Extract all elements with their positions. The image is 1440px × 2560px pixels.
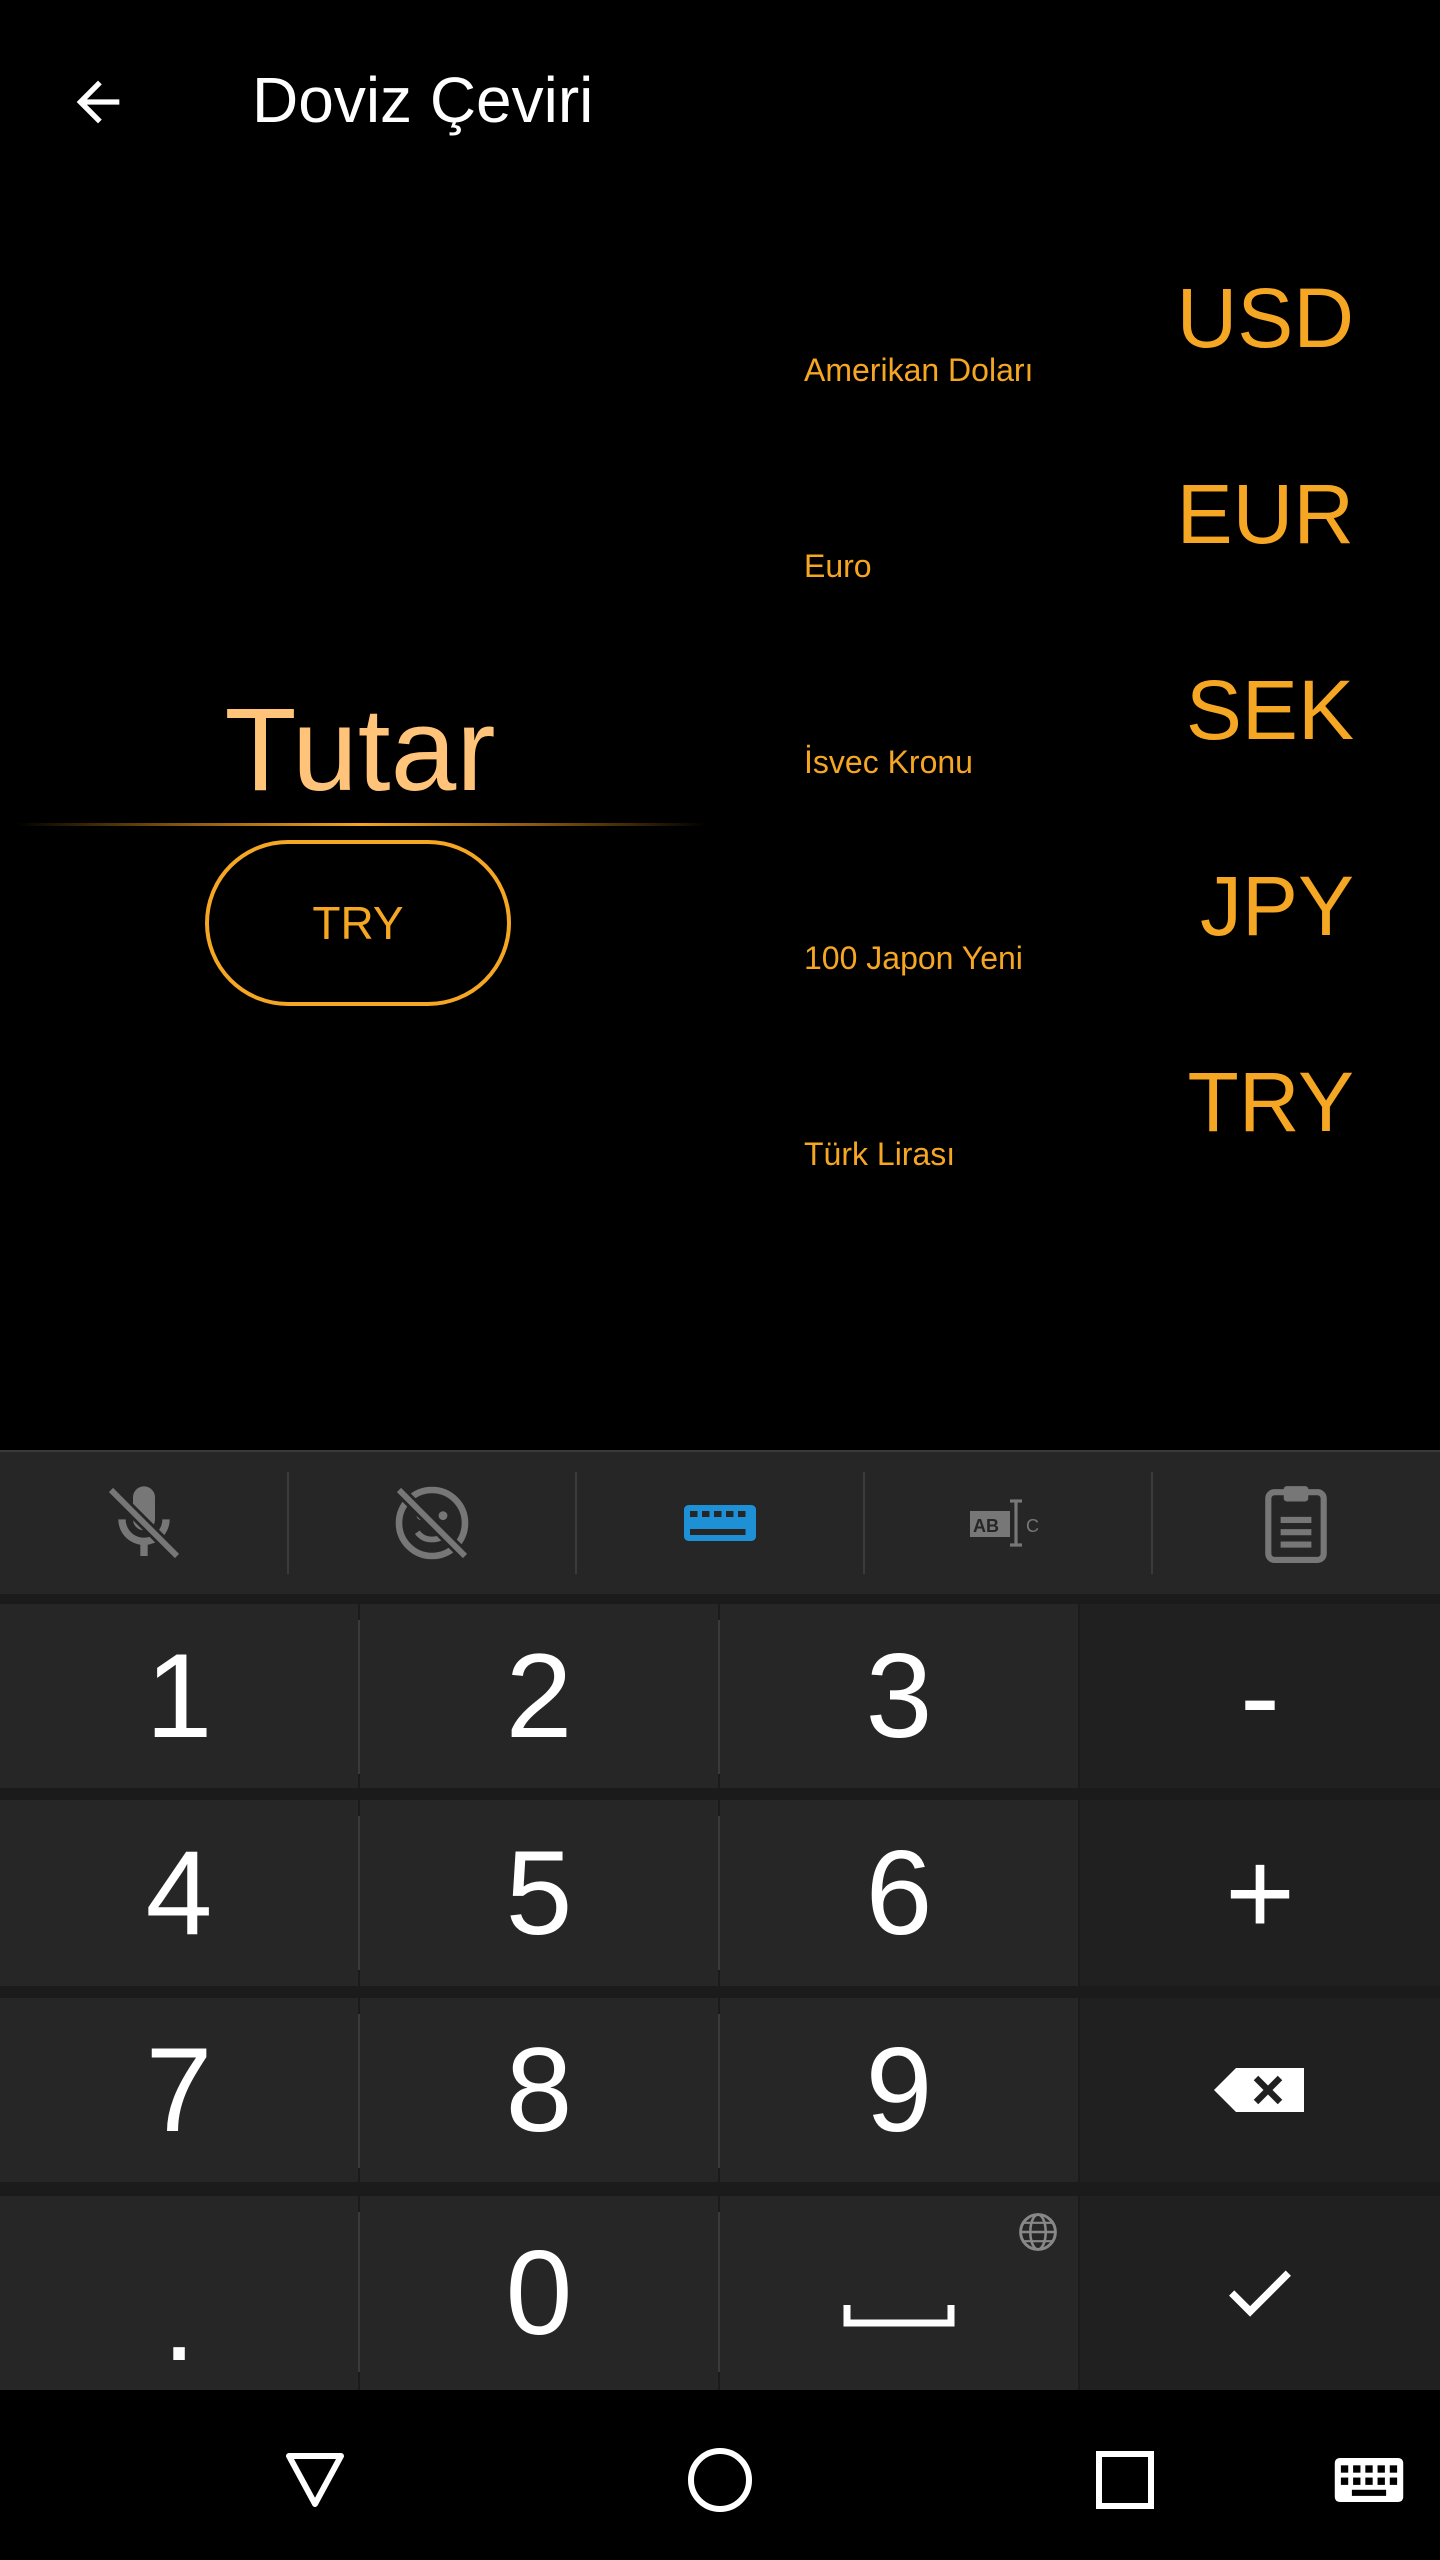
currency-name: İsvec Kronu: [804, 744, 973, 780]
currency-code: EUR: [1176, 467, 1354, 561]
emoji-button[interactable]: [288, 1452, 576, 1594]
key-divider: [358, 1620, 360, 1774]
back-button[interactable]: [58, 62, 138, 142]
key-2[interactable]: 2: [360, 1604, 718, 1788]
square-recents-icon: [1096, 2451, 1154, 2509]
svg-text:C: C: [1026, 1516, 1039, 1536]
svg-text:AB: AB: [973, 1516, 999, 1536]
key-backspace[interactable]: [1080, 1998, 1440, 2182]
key-divider: [358, 2014, 360, 2168]
currency-row-eur[interactable]: EUR Euro: [780, 428, 1380, 624]
keyboard-mode-button[interactable]: [576, 1452, 864, 1594]
text-select-icon: AB C: [970, 1499, 1039, 1547]
page-title: Doviz Çeviri: [252, 64, 594, 136]
key-plus[interactable]: +: [1080, 1800, 1440, 1986]
triangle-back-icon: [286, 2453, 344, 2507]
amount-underline: [16, 823, 706, 826]
keyboard-icon: [684, 1505, 756, 1541]
keyboard-toolbar: AB C: [0, 1450, 1440, 1594]
key-0[interactable]: 0: [360, 2196, 718, 2390]
key-5[interactable]: 5: [360, 1800, 718, 1986]
currency-row-try[interactable]: TRY Türk Lirası: [780, 1016, 1380, 1212]
key-divider: [358, 2212, 360, 2372]
nav-keyboard-switch-button[interactable]: [1326, 2440, 1412, 2520]
clipboard-button[interactable]: [1152, 1452, 1440, 1594]
currency-name: Euro: [804, 548, 872, 584]
currency-name: Türk Lirası: [804, 1136, 956, 1172]
key-dot-label: .: [162, 2252, 196, 2386]
check-icon: [1229, 2270, 1291, 2317]
currency-name: 100 Japon Yeni: [804, 940, 1023, 976]
backspace-icon: [1214, 2068, 1304, 2112]
key-divider: [718, 2212, 720, 2372]
key-done[interactable]: [1080, 2196, 1440, 2390]
currency-code: TRY: [1187, 1055, 1354, 1149]
globe-icon: [1019, 2213, 1057, 2251]
nav-home-button[interactable]: [675, 2435, 765, 2525]
currency-name: Amerikan Doları: [804, 352, 1034, 388]
source-currency-button[interactable]: TRY: [205, 840, 511, 1006]
key-minus[interactable]: -: [1080, 1604, 1440, 1788]
circle-home-icon: [688, 2448, 752, 2512]
keyboard-switch-icon: [1334, 2458, 1404, 2502]
mic-off-icon: [106, 1485, 182, 1561]
key-space[interactable]: [720, 2196, 1078, 2390]
key-6[interactable]: 6: [720, 1800, 1078, 1986]
key-dot[interactable]: .: [0, 2196, 358, 2390]
arrow-back-icon: [76, 80, 120, 124]
currency-row-sek[interactable]: SEK İsvec Kronu: [780, 624, 1380, 820]
clipboard-icon: [1265, 1486, 1327, 1563]
key-3[interactable]: 3: [720, 1604, 1078, 1788]
key-divider: [358, 1816, 360, 1970]
amount-input[interactable]: Tutar: [40, 680, 680, 820]
space-icon: [843, 2305, 955, 2327]
emoji-off-icon: [394, 1485, 470, 1561]
system-nav-bar: [0, 2390, 1440, 2560]
nav-back-button[interactable]: [270, 2435, 360, 2525]
key-1[interactable]: 1: [0, 1604, 358, 1788]
key-9[interactable]: 9: [720, 1998, 1078, 2182]
currency-row-jpy[interactable]: JPY 100 Japon Yeni: [780, 820, 1380, 1016]
text-select-button[interactable]: AB C: [864, 1452, 1152, 1594]
key-divider: [718, 1816, 720, 1970]
currency-code: SEK: [1185, 663, 1354, 757]
key-7[interactable]: 7: [0, 1998, 358, 2182]
currency-row-usd[interactable]: USD Amerikan Doları: [780, 232, 1380, 428]
key-divider: [718, 2014, 720, 2168]
currency-code: JPY: [1199, 859, 1354, 953]
voice-input-button[interactable]: [0, 1452, 288, 1594]
key-divider: [718, 1620, 720, 1774]
currency-code: USD: [1176, 271, 1354, 365]
nav-recents-button[interactable]: [1080, 2435, 1170, 2525]
key-4[interactable]: 4: [0, 1800, 358, 1986]
key-8[interactable]: 8: [360, 1998, 718, 2182]
numeric-keyboard: AB C 1 2 3 - 4 5 6 + 7 8 9 . 0: [0, 1450, 1440, 2390]
